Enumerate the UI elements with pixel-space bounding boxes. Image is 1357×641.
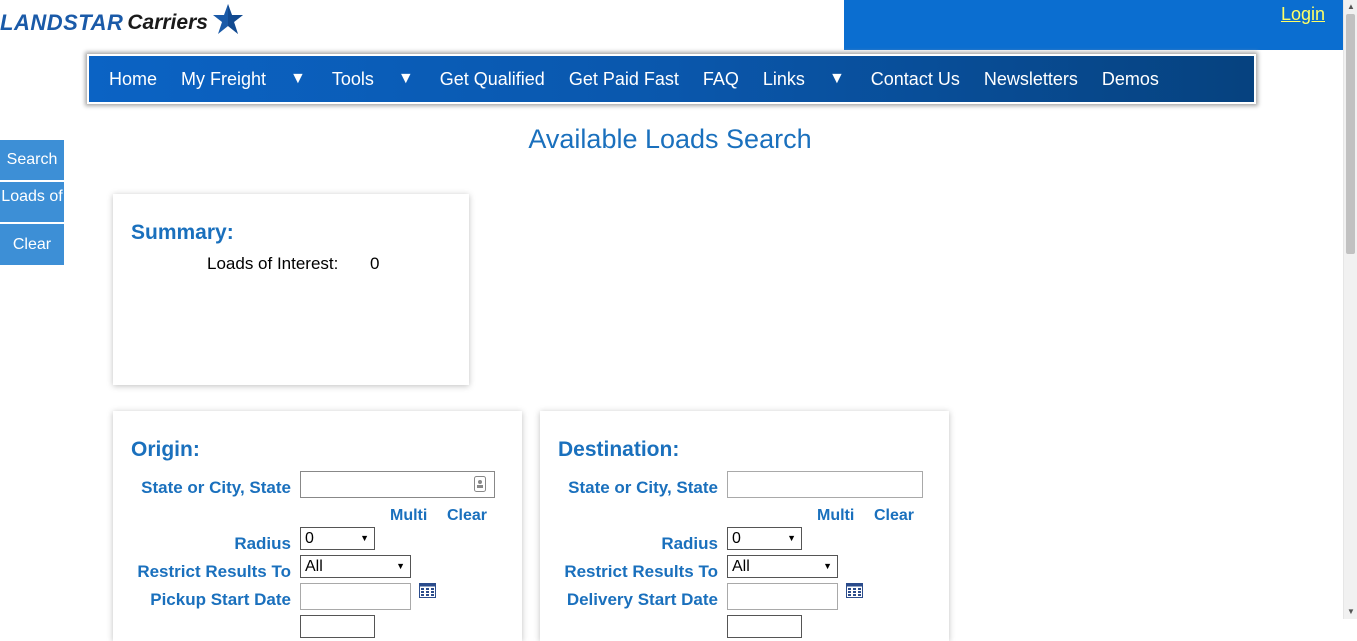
destination-radius-select[interactable]: 0 ▼	[727, 527, 802, 550]
page-scrollbar[interactable]: ▲ ▼	[1343, 0, 1357, 619]
loads-of-interest-count: 0	[370, 254, 380, 273]
nav-demos[interactable]: Demos	[1090, 69, 1171, 90]
calendar-icon[interactable]	[846, 583, 863, 598]
destination-state-city-label: State or City, State	[568, 478, 718, 497]
loads-of-interest-button[interactable]: Loads of	[0, 182, 64, 222]
origin-clear-link[interactable]: Clear	[447, 507, 487, 525]
summary-card: Summary: Loads of Interest: 0	[113, 194, 469, 385]
login-link[interactable]: Login	[1281, 4, 1325, 25]
login-bar: Login	[844, 0, 1343, 50]
contact-card-icon[interactable]	[474, 476, 486, 492]
landstar-logo[interactable]: LANDSTAR Carriers	[0, 4, 244, 42]
nav-home[interactable]: Home	[97, 69, 169, 90]
clear-button[interactable]: Clear	[0, 224, 64, 265]
destination-restrict-select[interactable]: All ▼	[727, 555, 838, 578]
chevron-down-icon: ▼	[787, 533, 796, 543]
origin-pickup-date-label: Pickup Start Date	[150, 590, 291, 609]
destination-restrict-label: Restrict Results To	[564, 562, 718, 581]
origin-next-field[interactable]	[300, 615, 375, 638]
origin-restrict-value: All	[305, 558, 323, 575]
destination-multi-link[interactable]: Multi	[817, 507, 854, 525]
nav-my-freight[interactable]: My Freight	[169, 69, 278, 90]
origin-restrict-label: Restrict Results To	[137, 562, 291, 581]
origin-card: Origin: State or City, State Multi Clear…	[113, 411, 522, 641]
loads-of-interest-summary-label: Loads of Interest:	[207, 254, 339, 273]
nav-contact-us[interactable]: Contact Us	[859, 69, 972, 90]
calendar-icon[interactable]	[419, 583, 436, 598]
origin-pickup-date-input[interactable]	[300, 583, 411, 610]
scroll-down-icon[interactable]: ▼	[1344, 605, 1357, 619]
origin-radius-select[interactable]: 0 ▼	[300, 527, 375, 550]
origin-multi-link[interactable]: Multi	[390, 507, 427, 525]
destination-restrict-value: All	[732, 558, 750, 575]
scroll-up-icon[interactable]: ▲	[1344, 0, 1357, 14]
origin-radius-label: Radius	[234, 534, 291, 553]
origin-radius-value: 0	[305, 530, 314, 547]
destination-delivery-date-input[interactable]	[727, 583, 838, 610]
links-dropdown-icon[interactable]: ▼	[817, 70, 859, 88]
nav-newsletters[interactable]: Newsletters	[972, 69, 1090, 90]
origin-state-city-label: State or City, State	[141, 478, 291, 497]
destination-card: Destination: State or City, State Multi …	[540, 411, 949, 641]
logo-secondary-text: Carriers	[127, 11, 208, 34]
destination-delivery-date-label: Delivery Start Date	[566, 590, 718, 609]
origin-title: Origin:	[131, 438, 200, 461]
nav-links[interactable]: Links	[751, 69, 817, 90]
page-title: Available Loads Search	[528, 124, 812, 154]
nav-get-qualified[interactable]: Get Qualified	[428, 69, 557, 90]
chevron-down-icon: ▼	[396, 561, 405, 571]
chevron-down-icon: ▼	[360, 533, 369, 543]
destination-title: Destination:	[558, 438, 680, 461]
nav-faq[interactable]: FAQ	[691, 69, 751, 90]
destination-radius-label: Radius	[661, 534, 718, 553]
logo-primary-text: LANDSTAR	[0, 10, 124, 35]
search-button[interactable]: Search	[0, 140, 64, 180]
destination-next-field[interactable]	[727, 615, 802, 638]
origin-restrict-select[interactable]: All ▼	[300, 555, 411, 578]
tools-dropdown-icon[interactable]: ▼	[386, 70, 428, 88]
destination-state-city-input[interactable]	[727, 471, 923, 498]
scrollbar-thumb[interactable]	[1346, 14, 1355, 254]
nav-get-paid-fast[interactable]: Get Paid Fast	[557, 69, 691, 90]
nav-tools[interactable]: Tools	[320, 69, 386, 90]
destination-radius-value: 0	[732, 530, 741, 547]
main-nav: Home My Freight ▼ Tools ▼ Get Qualified …	[87, 54, 1256, 104]
destination-clear-link[interactable]: Clear	[874, 507, 914, 525]
star-icon	[212, 4, 243, 34]
my-freight-dropdown-icon[interactable]: ▼	[278, 70, 320, 88]
summary-title: Summary:	[131, 221, 234, 244]
origin-state-city-input[interactable]	[300, 471, 495, 498]
loads-of-interest-label: Loads of	[1, 188, 63, 205]
chevron-down-icon: ▼	[823, 561, 832, 571]
